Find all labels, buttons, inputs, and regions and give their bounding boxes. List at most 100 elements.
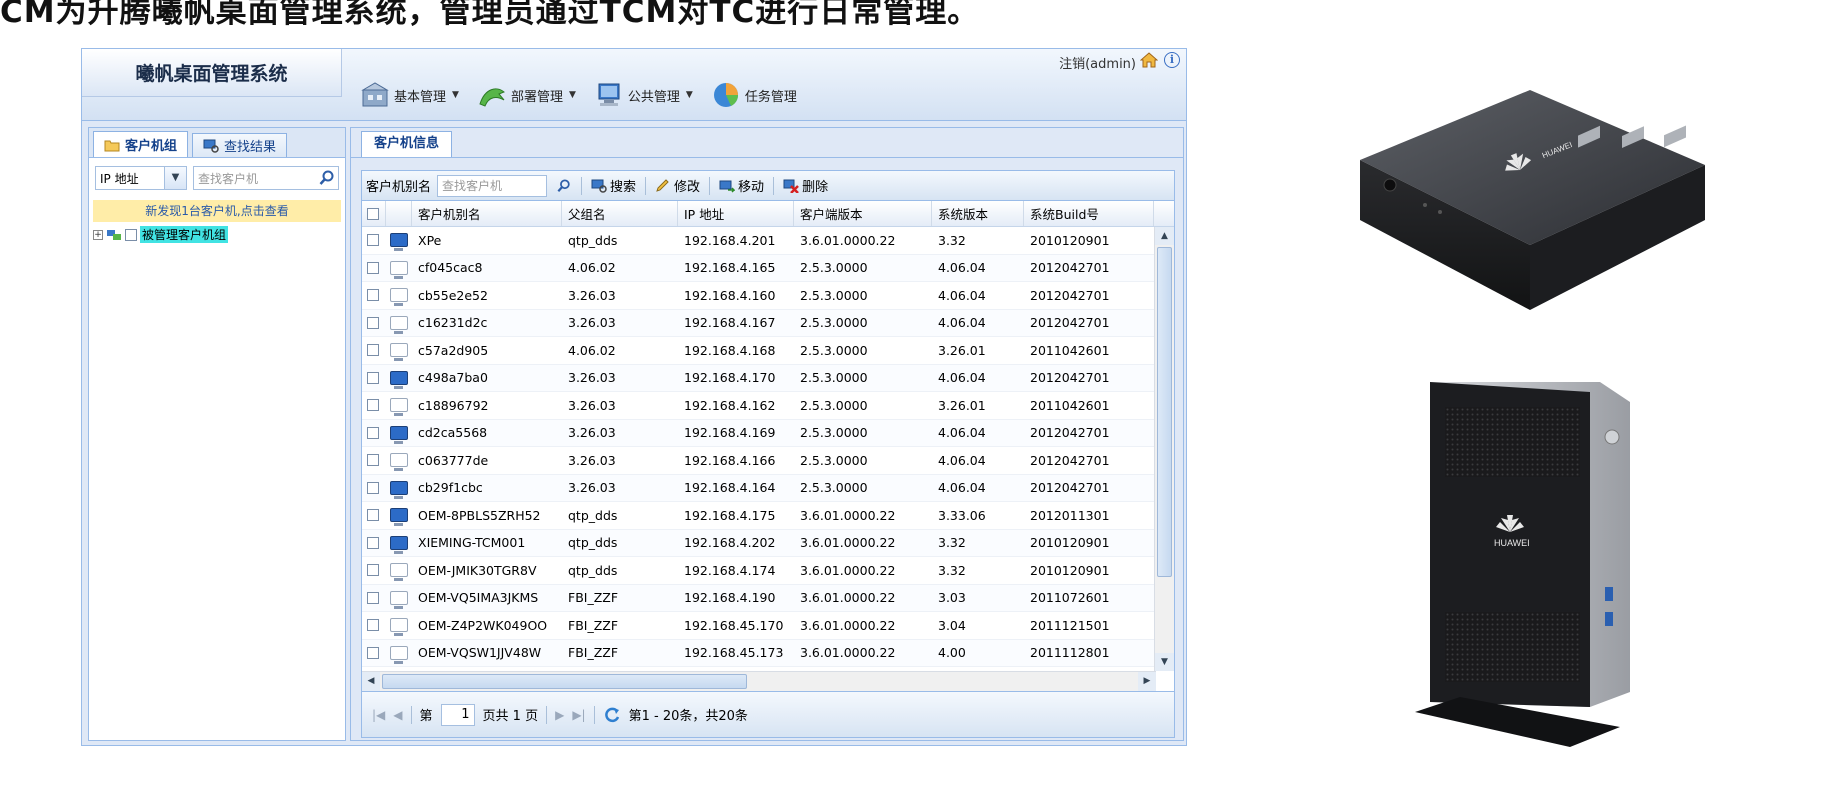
row-checkbox-cell[interactable] bbox=[362, 640, 386, 667]
horizontal-scrollbar[interactable]: ◀ ▶ bbox=[362, 671, 1156, 691]
edit-button[interactable]: 修改 bbox=[652, 175, 703, 196]
table-row[interactable]: c57a2d905 4.06.02 192.168.4.168 2.5.3.0000 3… bbox=[362, 337, 1156, 365]
search-icon[interactable] bbox=[316, 167, 338, 189]
table-row[interactable]: OEM-VQ5IMA3JKMS FBI_ZZF 192.168.4.190 3.6.0… bbox=[362, 584, 1156, 612]
tab-client-info[interactable]: 客户机信息 bbox=[361, 131, 453, 157]
tab-search-results[interactable]: 查找结果 bbox=[192, 133, 288, 157]
row-checkbox[interactable] bbox=[367, 371, 379, 384]
client-search-input[interactable]: 查找客户机 bbox=[193, 166, 339, 190]
row-checkbox[interactable] bbox=[367, 344, 379, 357]
menu-public-management[interactable]: 公共管理 ▼ bbox=[588, 78, 699, 112]
cell-build: 2011072601 bbox=[1030, 590, 1110, 606]
scroll-right-icon[interactable]: ▶ bbox=[1138, 672, 1156, 691]
vertical-scroll-thumb[interactable] bbox=[1157, 247, 1172, 577]
row-checkbox[interactable] bbox=[367, 536, 379, 549]
table-row[interactable]: XIEMING-TCM001 qtp_dds 192.168.4.202 3.6.01… bbox=[362, 529, 1156, 557]
header-system-version[interactable]: 系统版本 bbox=[932, 201, 1024, 226]
table-row[interactable]: XPe qtp_dds 192.168.4.201 3.6.01.0000.22 3.3… bbox=[362, 227, 1156, 255]
cell-system-version: 4.00 bbox=[938, 645, 966, 661]
table-row[interactable]: c16231d2c 3.26.03 192.168.4.167 2.5.3.0000 4… bbox=[362, 309, 1156, 337]
next-page-icon[interactable]: ▶ bbox=[555, 708, 564, 722]
last-page-icon[interactable]: ▶| bbox=[572, 708, 585, 722]
row-checkbox-cell[interactable] bbox=[362, 557, 386, 584]
scroll-down-icon[interactable]: ▼ bbox=[1155, 653, 1174, 671]
row-checkbox-cell[interactable] bbox=[362, 282, 386, 309]
row-checkbox-cell[interactable] bbox=[362, 392, 386, 419]
row-checkbox-cell[interactable] bbox=[362, 420, 386, 447]
cell-ip: 192.168.4.164 bbox=[684, 480, 776, 496]
header-ip[interactable]: IP 地址 bbox=[678, 201, 794, 226]
menu-task-management[interactable]: 任务管理 bbox=[705, 78, 803, 112]
first-page-icon[interactable]: |◀ bbox=[372, 708, 385, 722]
refresh-icon[interactable] bbox=[603, 706, 621, 724]
row-checkbox[interactable] bbox=[367, 509, 379, 522]
row-checkbox[interactable] bbox=[367, 619, 379, 632]
row-checkbox-cell[interactable] bbox=[362, 475, 386, 502]
row-checkbox-cell[interactable] bbox=[362, 447, 386, 474]
table-row[interactable]: cd2ca5568 3.26.03 192.168.4.169 2.5.3.0000 4… bbox=[362, 419, 1156, 447]
page-number-input[interactable]: 1 bbox=[440, 703, 475, 726]
table-row[interactable]: cb55e2e52 3.26.03 192.168.4.160 2.5.3.0000 4… bbox=[362, 282, 1156, 310]
row-checkbox-cell[interactable] bbox=[362, 612, 386, 639]
row-checkbox-cell[interactable] bbox=[362, 227, 386, 254]
toolbar-search-icon-button[interactable] bbox=[553, 178, 575, 194]
table-row[interactable]: OEM-JMIK30TGR8V qtp_dds 192.168.4.174 3.6.0… bbox=[362, 557, 1156, 585]
scroll-up-icon[interactable]: ▲ bbox=[1155, 227, 1174, 245]
table-row[interactable]: OEM-8PBLS5ZRH52 qtp_dds 192.168.4.175 3.6.0… bbox=[362, 502, 1156, 530]
new-client-notice-link[interactable]: 新发现1台客户机,点击查看 bbox=[93, 200, 341, 222]
row-checkbox[interactable] bbox=[367, 454, 379, 467]
prev-page-icon[interactable]: ◀ bbox=[393, 708, 402, 722]
row-checkbox-cell[interactable] bbox=[362, 585, 386, 612]
row-checkbox-cell[interactable] bbox=[362, 337, 386, 364]
row-checkbox-cell[interactable] bbox=[362, 255, 386, 282]
logout-link[interactable]: 注销(admin) bbox=[1059, 53, 1136, 72]
row-checkbox[interactable] bbox=[367, 481, 379, 494]
header-build[interactable]: 系统Build号 bbox=[1024, 201, 1154, 226]
vertical-scrollbar[interactable]: ▲ ▼ bbox=[1154, 227, 1174, 671]
row-checkbox[interactable] bbox=[367, 646, 379, 659]
row-checkbox-cell[interactable] bbox=[362, 530, 386, 557]
header-select-all[interactable] bbox=[362, 201, 386, 226]
scroll-left-icon[interactable]: ◀ bbox=[362, 672, 380, 691]
row-checkbox[interactable] bbox=[367, 591, 379, 604]
tab-client-groups[interactable]: 客户机组 bbox=[93, 131, 189, 157]
table-row[interactable]: cf045cac8 4.06.02 192.168.4.165 2.5.3.0000 4… bbox=[362, 254, 1156, 282]
select-all-checkbox[interactable] bbox=[367, 207, 379, 220]
expand-icon[interactable]: + bbox=[93, 229, 103, 240]
row-checkbox[interactable] bbox=[367, 234, 379, 247]
header-client-version[interactable]: 客户端版本 bbox=[794, 201, 932, 226]
home-icon[interactable] bbox=[1140, 52, 1158, 68]
menu-deploy-management[interactable]: 部署管理 ▼ bbox=[471, 78, 582, 112]
header-parent-group[interactable]: 父组名 bbox=[562, 201, 678, 226]
table-row[interactable]: c18896792 3.26.03 192.168.4.162 2.5.3.0000 3… bbox=[362, 392, 1156, 420]
alias-search-input[interactable]: 查找客户机 bbox=[437, 174, 548, 197]
table-row[interactable]: OEM-VQSW1JJV48W FBI_ZZF 192.168.45.173 3.6.… bbox=[362, 639, 1156, 667]
menu-basic-management[interactable]: 基本管理 ▼ bbox=[354, 78, 465, 112]
table-row[interactable]: OEM-Z4P2WK049OO FBI_ZZF 192.168.45.170 3.6.… bbox=[362, 612, 1156, 640]
horizontal-scroll-thumb[interactable] bbox=[382, 674, 747, 689]
move-button[interactable]: 移动 bbox=[716, 175, 767, 196]
row-checkbox[interactable] bbox=[367, 289, 379, 302]
search-button[interactable]: 搜索 bbox=[588, 175, 639, 196]
table-row[interactable]: c498a7ba0 3.26.03 192.168.4.170 2.5.3.0000 4… bbox=[362, 364, 1156, 392]
tree-node-managed-group[interactable]: + 被管理客户机组 bbox=[89, 224, 345, 245]
row-checkbox[interactable] bbox=[367, 564, 379, 577]
row-checkbox-cell[interactable] bbox=[362, 365, 386, 392]
cell-system-version: 3.26.01 bbox=[938, 342, 986, 358]
table-row[interactable]: c063777de 3.26.03 192.168.4.166 2.5.3.0000 4… bbox=[362, 447, 1156, 475]
cell-alias: OEM-Z4P2WK049OO bbox=[418, 617, 548, 633]
tree-checkbox[interactable] bbox=[125, 228, 137, 241]
row-checkbox[interactable] bbox=[367, 316, 379, 329]
row-checkbox[interactable] bbox=[367, 399, 379, 412]
delete-button[interactable]: 删除 bbox=[780, 175, 831, 196]
delete-icon bbox=[783, 179, 799, 193]
chevron-down-icon[interactable]: ▼ bbox=[164, 167, 186, 189]
row-checkbox[interactable] bbox=[367, 426, 379, 439]
row-checkbox[interactable] bbox=[367, 261, 379, 274]
info-icon[interactable]: i bbox=[1164, 52, 1180, 68]
search-type-select[interactable]: IP 地址 ▼ bbox=[95, 166, 187, 190]
row-checkbox-cell[interactable] bbox=[362, 310, 386, 337]
header-alias[interactable]: 客户机别名 bbox=[412, 201, 562, 226]
row-checkbox-cell[interactable] bbox=[362, 502, 386, 529]
table-row[interactable]: cb29f1cbc 3.26.03 192.168.4.164 2.5.3.0000 4… bbox=[362, 474, 1156, 502]
